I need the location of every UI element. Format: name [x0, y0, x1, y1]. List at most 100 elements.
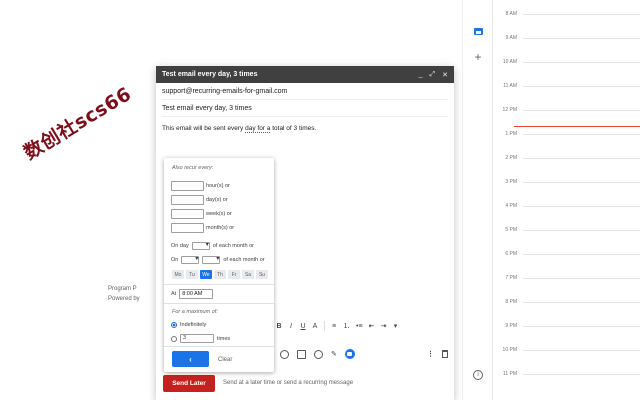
- calendar-app-icon[interactable]: [471, 24, 485, 38]
- weekday-tu[interactable]: Tu: [186, 270, 198, 279]
- send-later-button[interactable]: Send Later: [163, 375, 215, 392]
- at-label: At: [171, 291, 177, 297]
- weekday-th[interactable]: Th: [214, 270, 226, 279]
- italic-icon[interactable]: I: [288, 323, 294, 330]
- hour-label: 6 PM: [505, 251, 517, 257]
- drive-icon[interactable]: [280, 349, 289, 359]
- body-text-start: This email will be sent every: [162, 125, 246, 132]
- weekday-mo[interactable]: Mo: [172, 270, 184, 279]
- subject-field[interactable]: Test email every day, 3 times: [162, 100, 448, 117]
- formatting-toolbar: B I U A ≡ ⒈ •≡ ⇤ ⇥ ▾: [276, 318, 448, 334]
- hour-row: 3 PM: [493, 179, 640, 185]
- calendar-day-view: 8 AM 9 AM 10 AM 11 AM 12 PM 1 PM 2 PM 3 …: [492, 0, 640, 400]
- day-of-month-select[interactable]: [191, 241, 210, 250]
- hour-row: 10 AM: [493, 59, 640, 65]
- indent-less-icon[interactable]: ⇤: [369, 322, 375, 330]
- hours-label: hour(s) or: [206, 183, 230, 189]
- photo-icon[interactable]: [297, 349, 306, 359]
- hours-input[interactable]: [171, 181, 204, 191]
- hour-row: 9 PM: [493, 323, 640, 329]
- bold-icon[interactable]: B: [276, 323, 282, 330]
- hour-label: 4 PM: [505, 203, 517, 209]
- hour-row: 1 PM: [493, 131, 640, 137]
- watermark: 数创社scs66: [20, 82, 136, 165]
- to-field[interactable]: support@recurring-emails-for-gmail.com: [162, 83, 448, 100]
- recurrence-popup: Also recur every: hour(s) or day(s) or w…: [164, 158, 274, 372]
- hour-row: 7 PM: [493, 275, 640, 281]
- weekday-select[interactable]: [202, 255, 221, 264]
- weekday-su[interactable]: Su: [256, 270, 268, 279]
- hour-row: 10 PM: [493, 347, 640, 353]
- hour-label: 8 AM: [505, 11, 517, 17]
- hour-row: 12 PM: [493, 107, 640, 113]
- expand-icon[interactable]: ⤢: [430, 71, 436, 79]
- align-icon[interactable]: ≡: [331, 323, 337, 330]
- message-body[interactable]: This email will be sent every day for a …: [162, 125, 448, 133]
- close-icon[interactable]: ✕: [442, 71, 448, 79]
- indefinitely-radio[interactable]: [171, 322, 177, 328]
- info-icon[interactable]: i: [473, 370, 483, 380]
- compose-title: Test email every day, 3 times: [162, 71, 258, 78]
- hour-label: 11 PM: [502, 371, 517, 377]
- times-input[interactable]: 3: [180, 334, 214, 343]
- text-color-icon[interactable]: A: [312, 323, 318, 330]
- hour-label: 8 PM: [505, 299, 517, 305]
- weeks-label: week(s) or: [206, 211, 232, 217]
- week-ordinal-select[interactable]: [181, 255, 200, 264]
- hour-row: 8 AM: [493, 11, 640, 17]
- hour-row: 5 PM: [493, 227, 640, 233]
- weekday-fr[interactable]: Fr: [228, 270, 240, 279]
- weeks-input[interactable]: [171, 209, 204, 219]
- days-input[interactable]: [171, 195, 204, 205]
- hour-label: 9 PM: [505, 323, 517, 329]
- hour-label: 12 PM: [502, 107, 517, 113]
- footer-powered-text: Powered by: [108, 296, 140, 302]
- body-for-link: for a: [257, 125, 271, 133]
- hour-row: 6 PM: [493, 251, 640, 257]
- body-day-link: day: [245, 125, 256, 133]
- underline-icon[interactable]: U: [300, 323, 306, 330]
- to-recipient: support@recurring-emails-for-gmail.com: [162, 87, 288, 95]
- confirm-recurrence-button[interactable]: ‹: [172, 351, 209, 367]
- clear-button[interactable]: Clear: [218, 357, 232, 363]
- more-options-icon[interactable]: ⋮: [427, 350, 434, 358]
- hour-label: 5 PM: [505, 227, 517, 233]
- add-addon-icon[interactable]: +: [471, 50, 485, 64]
- hour-row: 2 PM: [493, 155, 640, 161]
- actions-toolbar: ✎ ⋮: [280, 346, 448, 362]
- months-input[interactable]: [171, 223, 204, 233]
- hour-label: 10 AM: [502, 59, 517, 65]
- on-label: On: [171, 257, 179, 263]
- subject-text: Test email every day, 3 times: [162, 104, 252, 112]
- hour-label: 10 PM: [502, 347, 517, 353]
- times-radio[interactable]: [171, 335, 177, 342]
- signature-icon[interactable]: ✎: [331, 350, 337, 358]
- time-input[interactable]: 8:00 AM: [179, 289, 214, 299]
- minimize-icon[interactable]: _: [419, 71, 423, 79]
- of-each-month-label: of each month or: [212, 243, 255, 249]
- times-label: times: [217, 335, 231, 342]
- hour-row: 9 AM: [493, 35, 640, 41]
- also-recur-label: Also recur every:: [172, 165, 214, 171]
- calendar-schedule-icon[interactable]: [344, 349, 355, 359]
- more-formatting-icon[interactable]: ▾: [393, 322, 399, 330]
- weekday-picker: Mo Tu We Th Fr Sa Su: [172, 270, 268, 279]
- weekday-sa[interactable]: Sa: [242, 270, 254, 279]
- lock-icon[interactable]: [314, 349, 323, 359]
- app-page: Program P Powered by 数创社scs66 + i 8 AM 9…: [0, 0, 640, 400]
- of-each-month-label-2: of each month or: [223, 257, 265, 263]
- footer-program-text: Program P: [108, 286, 137, 292]
- maximum-label: For a maximum of:: [172, 309, 218, 315]
- numbered-list-icon[interactable]: ⒈: [343, 321, 350, 331]
- hour-label: 7 PM: [505, 275, 517, 281]
- side-rail: + i: [462, 0, 492, 400]
- hour-row: 11 PM: [493, 371, 640, 377]
- bulleted-list-icon[interactable]: •≡: [356, 323, 363, 330]
- weekday-we[interactable]: We: [200, 270, 212, 279]
- hour-label: 2 PM: [505, 155, 517, 161]
- hour-label: 1 PM: [505, 131, 517, 137]
- trash-icon[interactable]: [442, 350, 448, 358]
- compose-header[interactable]: Test email every day, 3 times _ ⤢ ✕: [156, 66, 454, 83]
- indent-more-icon[interactable]: ⇥: [381, 322, 387, 330]
- hour-row: 4 PM: [493, 203, 640, 209]
